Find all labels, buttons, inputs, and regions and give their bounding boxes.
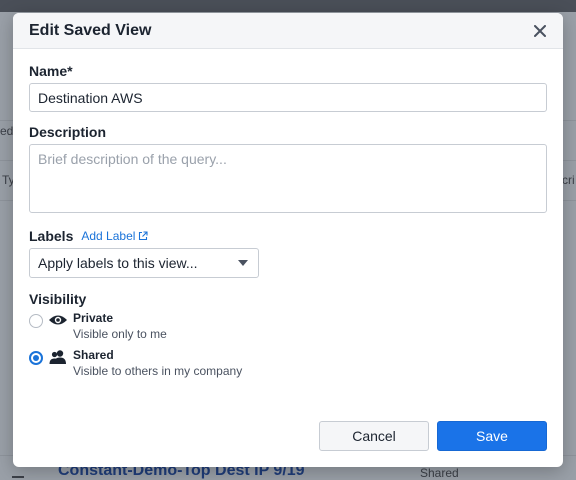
external-link-icon [138, 231, 148, 241]
modal-body: Name* Description Labels Add Label Apply… [13, 49, 563, 379]
shared-radio[interactable] [29, 351, 43, 365]
private-title: Private [73, 311, 114, 325]
cancel-button[interactable]: Cancel [319, 421, 429, 451]
background-topbar [0, 0, 576, 12]
name-input[interactable] [29, 83, 547, 112]
background-row-visibility: Shared [420, 466, 459, 480]
eye-icon [47, 311, 69, 329]
modal-header: Edit Saved View [13, 13, 563, 49]
modal-title: Edit Saved View [29, 21, 152, 39]
description-label: Description [29, 124, 107, 140]
close-icon[interactable] [529, 20, 551, 42]
shared-title: Shared [73, 348, 114, 362]
private-text: Private Visible only to me [73, 311, 167, 342]
chevron-down-icon [238, 260, 248, 266]
labels-select-value: Apply labels to this view... [38, 255, 198, 271]
labels-row: Labels Add Label [29, 228, 547, 244]
edit-saved-view-modal: Edit Saved View Name* Description Labels… [13, 13, 563, 467]
background-fragment: ed [0, 124, 14, 138]
private-description: Visible only to me [73, 327, 167, 341]
add-label-link[interactable]: Add Label [81, 229, 148, 243]
shared-description: Visible to others in my company [73, 364, 243, 378]
modal-footer: Cancel Save [13, 421, 563, 451]
labels-label: Labels [29, 228, 74, 244]
shared-text: Shared Visible to others in my company [73, 348, 242, 379]
labels-select[interactable]: Apply labels to this view... [29, 248, 259, 278]
name-label: Name* [29, 63, 73, 79]
description-input[interactable] [29, 144, 547, 213]
private-radio[interactable] [29, 314, 43, 328]
visibility-label: Visibility [29, 291, 87, 307]
save-button[interactable]: Save [437, 421, 547, 451]
visibility-option-shared[interactable]: Shared Visible to others in my company [29, 348, 547, 379]
chart-icon [12, 466, 24, 478]
background-fragment: cri [562, 173, 575, 187]
add-label-text: Add Label [81, 229, 136, 243]
visibility-option-private[interactable]: Private Visible only to me [29, 311, 547, 342]
users-icon [47, 348, 69, 366]
